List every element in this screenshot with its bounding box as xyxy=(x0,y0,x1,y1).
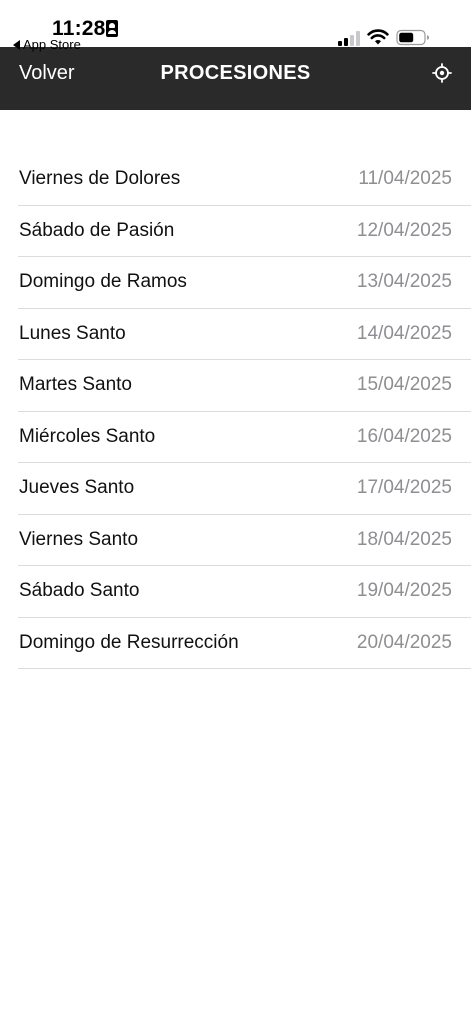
page-title: PROCESIONES xyxy=(160,62,311,84)
procession-name: Sábado Santo xyxy=(19,580,140,601)
location-target-icon[interactable] xyxy=(432,63,452,83)
procession-date: 12/04/2025 xyxy=(356,219,452,241)
back-to-app-label: App Store xyxy=(23,37,81,52)
status-bar: 11:28 App Store xyxy=(0,0,471,52)
procession-date: 14/04/2025 xyxy=(356,322,452,344)
procession-name: Domingo de Ramos xyxy=(19,271,187,292)
procession-date: 15/04/2025 xyxy=(356,374,452,395)
procession-date: 19/04/2025 xyxy=(356,580,452,601)
list-item[interactable]: Miércoles Santo 16/04/2025 xyxy=(18,412,471,463)
list-item[interactable]: Viernes Santo 18/04/2025 xyxy=(18,515,471,566)
procession-name: Lunes Santo xyxy=(19,322,126,344)
procession-date: 17/04/2025 xyxy=(356,477,452,498)
navigation-bar: Volver PROCESIONES xyxy=(0,47,471,110)
back-triangle-icon xyxy=(13,40,20,50)
back-to-app-link[interactable]: App Store xyxy=(13,38,81,52)
procession-name: Martes Santo xyxy=(19,374,132,395)
cellular-signal-icon xyxy=(338,30,362,46)
battery-icon xyxy=(396,29,429,46)
procession-name: Domingo de Resurrección xyxy=(19,631,239,653)
procession-name: Sábado de Pasión xyxy=(19,219,175,241)
contact-card-icon xyxy=(106,20,118,37)
list-item[interactable]: Jueves Santo 17/04/2025 xyxy=(18,463,471,515)
list-item[interactable]: Domingo de Ramos 13/04/2025 xyxy=(18,257,471,309)
procession-date: 11/04/2025 xyxy=(358,168,452,189)
app-screen: 11:28 App Store Volver PROCESIONES Viern… xyxy=(0,0,471,1024)
processions-list: Viernes de Dolores 11/04/2025 Sábado de … xyxy=(18,154,471,669)
list-item[interactable]: Domingo de Resurrección 20/04/2025 xyxy=(18,618,471,669)
procession-name: Viernes Santo xyxy=(19,528,139,550)
procession-date: 18/04/2025 xyxy=(356,528,452,550)
list-item[interactable]: Sábado de Pasión 12/04/2025 xyxy=(18,206,471,257)
procession-name: Viernes de Dolores xyxy=(19,168,181,189)
procession-date: 16/04/2025 xyxy=(356,425,452,447)
list-item[interactable]: Lunes Santo 14/04/2025 xyxy=(18,309,471,360)
procession-date: 20/04/2025 xyxy=(356,631,452,653)
procession-date: 13/04/2025 xyxy=(356,271,452,292)
list-item[interactable]: Sábado Santo 19/04/2025 xyxy=(18,566,471,618)
list-item[interactable]: Martes Santo 15/04/2025 xyxy=(18,360,471,412)
wifi-icon xyxy=(367,29,389,45)
procession-name: Jueves Santo xyxy=(19,477,135,498)
list-item[interactable]: Viernes de Dolores 11/04/2025 xyxy=(18,154,471,206)
procession-name: Miércoles Santo xyxy=(19,425,156,447)
